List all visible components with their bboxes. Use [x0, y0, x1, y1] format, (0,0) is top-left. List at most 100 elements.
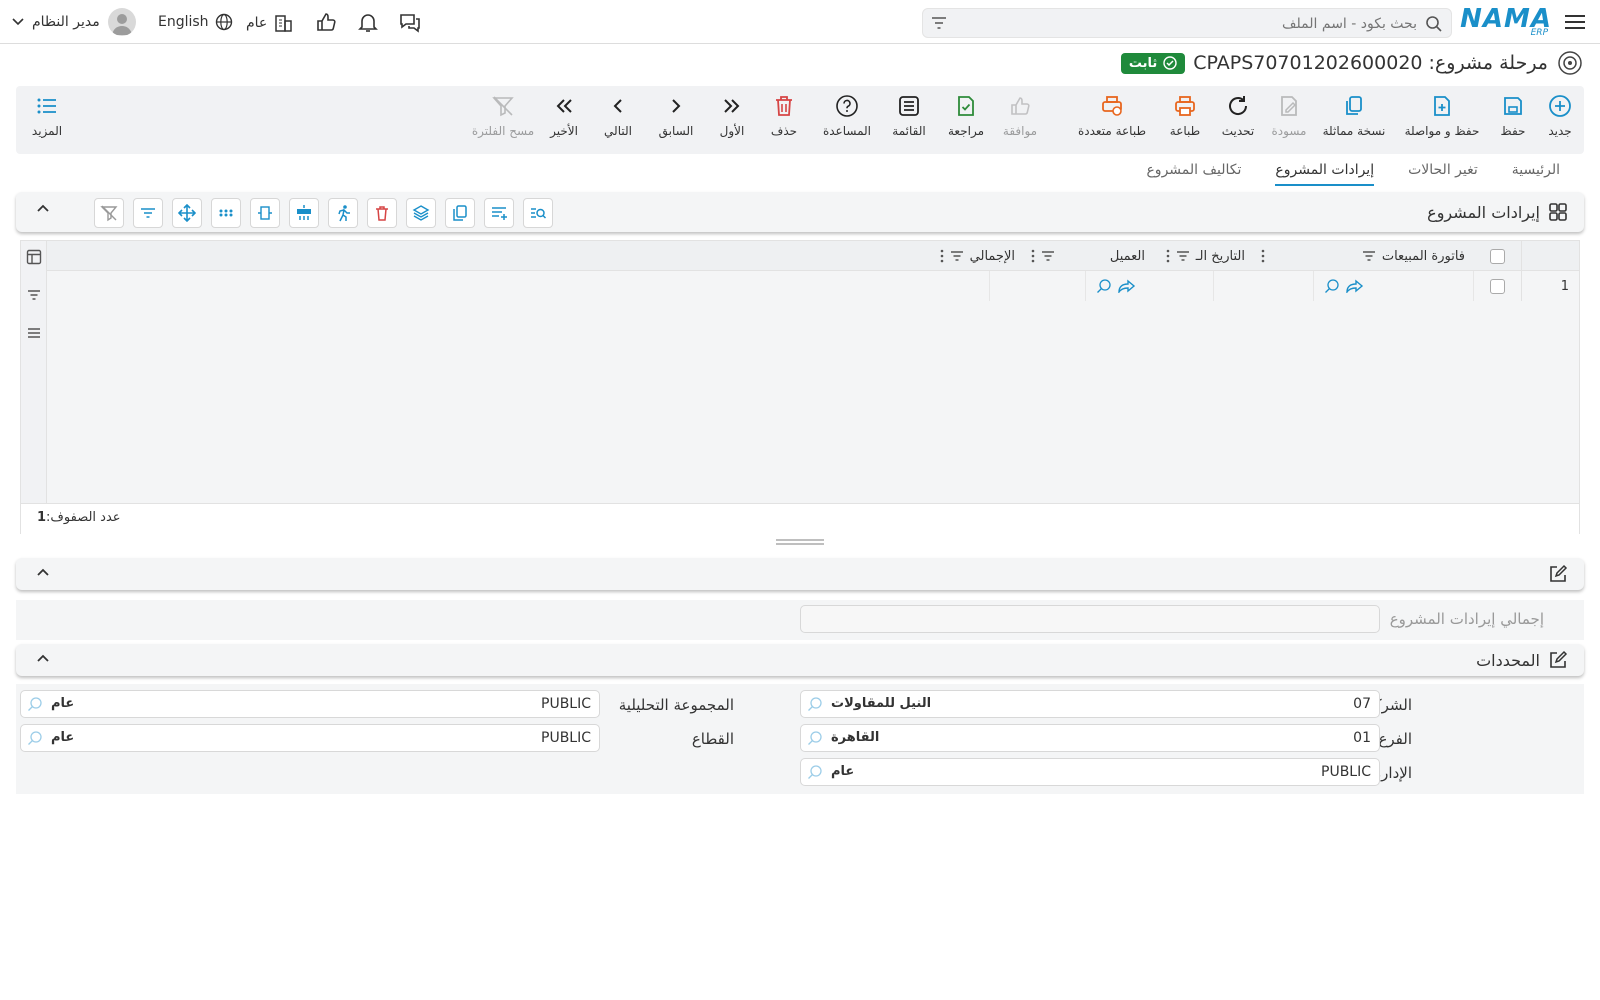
trash-icon: [772, 94, 796, 118]
list-button[interactable]: القائمة: [886, 94, 932, 138]
revenue-section-header: إيرادات المشروع: [16, 192, 1584, 232]
search-input[interactable]: [977, 13, 1417, 35]
duplicate-button[interactable]: نسخة مماثلة: [1318, 94, 1390, 138]
column-menu-icon[interactable]: [940, 249, 944, 263]
column-header-total[interactable]: الإجمالي: [927, 241, 1023, 271]
column-header-date[interactable]: التاريخ الـ: [1153, 241, 1253, 271]
language-selector[interactable]: English: [158, 13, 233, 31]
search-icon[interactable]: [27, 730, 43, 746]
tab-status-changes[interactable]: تغير الحالات: [1408, 162, 1478, 186]
resize-handle[interactable]: [776, 538, 824, 546]
bell-icon[interactable]: [356, 10, 380, 34]
collapse-chevron-icon[interactable]: [36, 566, 50, 580]
new-button[interactable]: جديد: [1536, 94, 1584, 138]
column-menu-icon[interactable]: [1031, 249, 1035, 263]
save-continue-button[interactable]: حفظ و مواصلة: [1398, 94, 1486, 138]
search-icon[interactable]: [807, 730, 823, 746]
user-menu[interactable]: مدير النظام: [12, 8, 136, 36]
print-button[interactable]: طباعة: [1164, 94, 1206, 138]
run-icon[interactable]: [328, 198, 358, 228]
filter-icon[interactable]: [1362, 250, 1376, 262]
last-button[interactable]: الأخير: [546, 94, 582, 138]
more-button[interactable]: المزيد: [30, 94, 64, 138]
totals-section-header: [16, 558, 1584, 590]
tab-project-revenues[interactable]: إيرادات المشروع: [1275, 162, 1375, 186]
search-icon[interactable]: [1425, 15, 1443, 33]
hamburger-menu-icon[interactable]: [1564, 12, 1586, 32]
search-icon[interactable]: [807, 696, 823, 712]
customer-cell[interactable]: [1085, 271, 1213, 301]
collapse-chevron-icon[interactable]: [36, 202, 50, 216]
share-icon[interactable]: [1118, 279, 1136, 293]
row-checkbox[interactable]: [1490, 278, 1505, 294]
table-insert-icon[interactable]: [289, 198, 319, 228]
sector-field[interactable]: PUBLIC عام: [20, 724, 600, 752]
sales-invoice-cell[interactable]: [1313, 271, 1473, 301]
total-revenue-label: إجمالي إيرادات المشروع: [1389, 610, 1544, 628]
tab-main[interactable]: الرئيسية: [1512, 162, 1560, 186]
clear-filter-button[interactable]: مسح الفلترة: [472, 94, 534, 138]
next-button[interactable]: التالي: [600, 94, 636, 138]
approve-button[interactable]: موافقة: [996, 94, 1044, 138]
filter-off-icon[interactable]: [94, 198, 124, 228]
dots-grid-icon[interactable]: [211, 198, 241, 228]
column-menu-icon[interactable]: [1166, 249, 1170, 263]
column-header-customer[interactable]: العميل: [1023, 241, 1153, 271]
review-button[interactable]: مراجعة: [944, 94, 988, 138]
columns-icon[interactable]: [26, 249, 42, 265]
department-field[interactable]: PUBLIC عام: [800, 758, 1380, 786]
save-button[interactable]: حفظ: [1490, 94, 1536, 138]
draft-button[interactable]: مسودة: [1266, 94, 1312, 138]
thumbs-up-icon: [1008, 94, 1032, 118]
filter-icon[interactable]: [950, 250, 964, 262]
select-all-checkbox[interactable]: [1489, 248, 1505, 264]
company-field[interactable]: 07 النيل للمقاولات: [800, 690, 1380, 718]
filter-icon[interactable]: [1041, 250, 1055, 262]
delete-button[interactable]: حذف: [768, 94, 800, 138]
tab-project-costs[interactable]: تكاليف المشروع: [1146, 162, 1241, 186]
column-menu-icon[interactable]: [1261, 249, 1265, 263]
refresh-button[interactable]: تحديث: [1218, 94, 1258, 138]
date-cell[interactable]: [1213, 271, 1313, 301]
collapse-chevron-icon[interactable]: [36, 652, 50, 666]
first-button[interactable]: الأول: [716, 94, 748, 138]
branch-field[interactable]: 01 القاهرة: [800, 724, 1380, 752]
move-arrows-icon[interactable]: [172, 198, 202, 228]
search-icon[interactable]: [807, 764, 823, 780]
chevron-down-icon: [12, 17, 24, 27]
column-header-sales-invoice[interactable]: فاتورة المبيعات: [1253, 241, 1473, 271]
search-plus-icon[interactable]: [1096, 278, 1112, 294]
printer-icon: [1173, 94, 1197, 118]
previous-button[interactable]: السابق: [656, 94, 696, 138]
search-plus-icon[interactable]: [1324, 278, 1340, 294]
filter-icon[interactable]: [26, 287, 42, 303]
status-badge: ثابت: [1120, 52, 1186, 74]
share-icon[interactable]: [1346, 279, 1364, 293]
company-selector[interactable]: عام: [246, 13, 293, 33]
layers-icon[interactable]: [406, 198, 436, 228]
page-title: مرحلة مشروع: CPAPS70701202600020: [1193, 52, 1548, 74]
revenue-grid: فاتورة المبيعات التاريخ الـ العميل الإجم…: [20, 240, 1580, 535]
question-circle-icon: [835, 94, 859, 118]
analysis-set-field[interactable]: PUBLIC عام: [20, 690, 600, 718]
dimensions-panel: الشركة 07 النيل للمقاولات الفرع 01 القاه…: [16, 684, 1584, 794]
menu-lines-icon[interactable]: [26, 325, 42, 341]
add-row-icon[interactable]: [484, 198, 514, 228]
thumbs-up-icon[interactable]: [314, 10, 338, 34]
sort-filter-icon[interactable]: [1176, 250, 1190, 262]
table-row[interactable]: 1: [47, 271, 1579, 301]
filter-icon[interactable]: [133, 198, 163, 228]
help-button[interactable]: المساعدة: [816, 94, 878, 138]
avatar: [107, 8, 136, 36]
nama-erp-logo[interactable]: NAMA ERP: [1460, 4, 1552, 38]
chevron-left-icon: [606, 94, 630, 118]
multi-print-button[interactable]: طباعة متعددة: [1070, 94, 1154, 138]
total-cell[interactable]: [989, 271, 1085, 301]
filter-icon[interactable]: [931, 16, 947, 30]
fit-columns-icon[interactable]: [250, 198, 280, 228]
zoom-search-icon[interactable]: [523, 198, 553, 228]
chat-icon[interactable]: [398, 10, 422, 34]
delete-row-icon[interactable]: [367, 198, 397, 228]
search-icon[interactable]: [27, 696, 43, 712]
copy-row-icon[interactable]: [445, 198, 475, 228]
